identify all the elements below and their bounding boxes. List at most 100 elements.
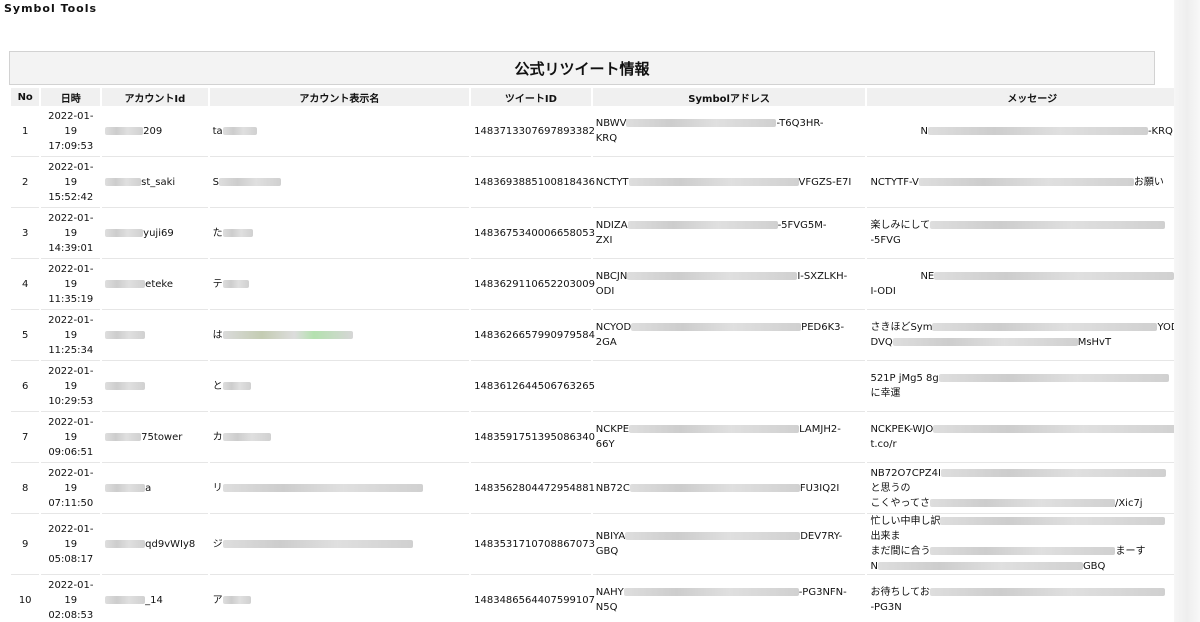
row-symbol-address: NBWV -T6Q3HR- KRQ <box>592 106 866 157</box>
redacted-block <box>929 498 1115 507</box>
row-tweet-id[interactable]: 1483562804472954881 <box>471 463 595 514</box>
retweet-table: No 日時 アカウントId アカウント表示名 ツイートID Symbolアドレス… <box>9 88 1174 622</box>
display-name-text: ta <box>212 125 223 137</box>
account-id-text: 209 <box>143 125 163 137</box>
redacted-block <box>623 588 799 596</box>
table-row: 3 2022-01- 19 14:39:01 yuji69 た 1483675340… <box>11 208 1174 259</box>
row-tweet-id[interactable]: 1483629110652203009 <box>471 259 595 310</box>
row-display-name: ア <box>210 575 470 622</box>
row-tweet-id[interactable]: 1483612644506763265 <box>471 361 595 412</box>
message-fragment: 忙しい中申し訳 <box>870 516 941 527</box>
row-tweet-id[interactable]: 1483531710708867073 <box>471 514 595 575</box>
header-display-name: アカウント表示名 <box>209 88 470 106</box>
row-account-id[interactable]: yuji69 <box>102 208 208 259</box>
row-account-id[interactable]: 75tower <box>102 412 208 463</box>
date-part: 2022-01- <box>48 314 94 326</box>
row-number: 4 <box>11 259 40 310</box>
date-part: 2022-01- <box>48 110 94 122</box>
account-id-text: yuji69 <box>143 227 174 239</box>
table-row: 6 2022-01- 19 10:29:53 と 14836126445067632… <box>11 361 1174 412</box>
row-number: 3 <box>11 208 40 259</box>
date-part: 2022-01- <box>48 161 94 173</box>
day-part: 19 <box>64 125 78 137</box>
time-part: 05:08:17 <box>48 553 94 565</box>
address-fragment: NAHY <box>595 587 624 598</box>
message-fragment: お待ちしてお <box>870 587 930 598</box>
row-tweet-id[interactable]: 1483713307697893382 <box>471 106 595 157</box>
row-datetime: 2022-01- 19 11:25:34 <box>41 310 101 361</box>
redacted-block <box>222 228 253 237</box>
redacted-block <box>933 425 1174 433</box>
message-fragment: YODG- <box>1157 322 1174 333</box>
row-datetime: 2022-01- 19 14:39:01 <box>41 208 101 259</box>
row-number: 9 <box>11 514 40 575</box>
redacted-block <box>222 381 251 390</box>
row-tweet-id[interactable]: 1483675340006658053 <box>471 208 595 259</box>
scrollbar-track[interactable] <box>1174 0 1200 622</box>
message-fragment: NB72O7CPZ4I <box>870 467 941 479</box>
table-row: 9 2022-01- 19 05:08:17 qd9vWIy8 ジ 14835317… <box>11 514 1174 575</box>
redacted-block <box>222 595 251 604</box>
header-tweet-id: ツイートID <box>471 88 591 106</box>
row-datetime: 2022-01- 19 05:08:17 <box>41 514 101 575</box>
row-tweet-id[interactable]: 1483486564407599107 <box>471 575 595 622</box>
message-fragment: GBQ <box>1082 561 1106 572</box>
row-account-id[interactable]: eteke <box>102 259 208 310</box>
message-fragment: NCKPEK-WJO <box>870 424 934 435</box>
address-fragment: GBQ <box>595 546 619 557</box>
redacted-block <box>628 177 799 186</box>
row-datetime: 2022-01- 19 11:35:19 <box>41 259 101 310</box>
message-fragment: -5FVG <box>870 235 901 246</box>
row-tweet-id[interactable]: 1483626657990979584 <box>471 310 595 361</box>
row-account-id[interactable]: 209 <box>102 106 208 157</box>
row-tweet-id[interactable]: 1483693885100818436 <box>471 157 595 208</box>
row-account-id[interactable] <box>102 361 208 412</box>
address-fragment: ZXI <box>595 235 613 246</box>
day-part: 19 <box>64 176 78 188</box>
header-message: メッセージ <box>867 88 1174 106</box>
account-id-text: 75tower <box>141 431 183 443</box>
redacted-block <box>222 279 249 288</box>
address-fragment: NCYOD <box>595 322 632 333</box>
account-id-text: st_saki <box>141 176 176 188</box>
message-fragment: -KRQ <box>1147 125 1173 137</box>
row-account-id[interactable]: st_saki <box>102 157 208 208</box>
redacted-block <box>927 126 1148 135</box>
message-fragment: 出来ま <box>870 531 901 542</box>
day-part: 19 <box>64 278 78 290</box>
row-number: 8 <box>11 463 40 514</box>
date-part: 2022-01- <box>48 523 94 535</box>
header-no: No <box>11 88 40 106</box>
row-message: N -KRQ <box>867 106 1174 157</box>
retweet-table-container[interactable]: No 日時 アカウントId アカウント表示名 ツイートID Symbolアドレス… <box>9 88 1174 622</box>
account-id-text: eteke <box>145 278 173 290</box>
table-row: 5 2022-01- 19 11:25:34 は 14836266579909795… <box>11 310 1174 361</box>
row-display-name: ジ <box>209 514 470 575</box>
message-fragment: 521P jMg5 8g <box>870 373 939 384</box>
row-account-id[interactable]: qd9vWIy8 <box>102 514 208 575</box>
message-fragment: まーす <box>1115 546 1146 557</box>
row-number: 2 <box>11 157 40 208</box>
redacted-block <box>629 483 800 492</box>
row-message: お待ちしてお -PG3N <box>867 575 1174 622</box>
row-account-id[interactable]: a <box>102 463 208 514</box>
row-account-id[interactable] <box>102 310 208 361</box>
message-fragment: N <box>920 125 928 137</box>
table-row: 1 2022-01- 19 17:09:53 209 ta 148371330769… <box>11 106 1174 157</box>
row-account-id[interactable]: _14 <box>102 575 207 622</box>
address-fragment: I-SXZLKH- <box>797 271 848 282</box>
row-tweet-id[interactable]: 1483591751395086340 <box>471 412 595 463</box>
table-row: 4 2022-01- 19 11:35:19 eteke テ 14836291106… <box>11 259 1174 310</box>
day-part: 19 <box>64 482 78 494</box>
time-part: 10:29:53 <box>48 395 94 407</box>
row-symbol-address: NB72C FU3IQ2I <box>592 463 866 514</box>
row-symbol-address: NAHY -PG3NFN- N5Q <box>593 575 866 622</box>
row-message: NCTYTF-V お願い <box>867 157 1174 208</box>
row-message: NE I-ODI <box>867 259 1174 310</box>
address-fragment: NBIYA <box>595 531 626 542</box>
redacted-block <box>105 228 144 237</box>
row-symbol-address: NCKPE LAMJH2- 66Y <box>592 412 866 463</box>
row-datetime: 2022-01- 19 17:09:53 <box>41 106 101 157</box>
redacted-block <box>930 547 1116 555</box>
row-display-name: と <box>209 361 470 412</box>
